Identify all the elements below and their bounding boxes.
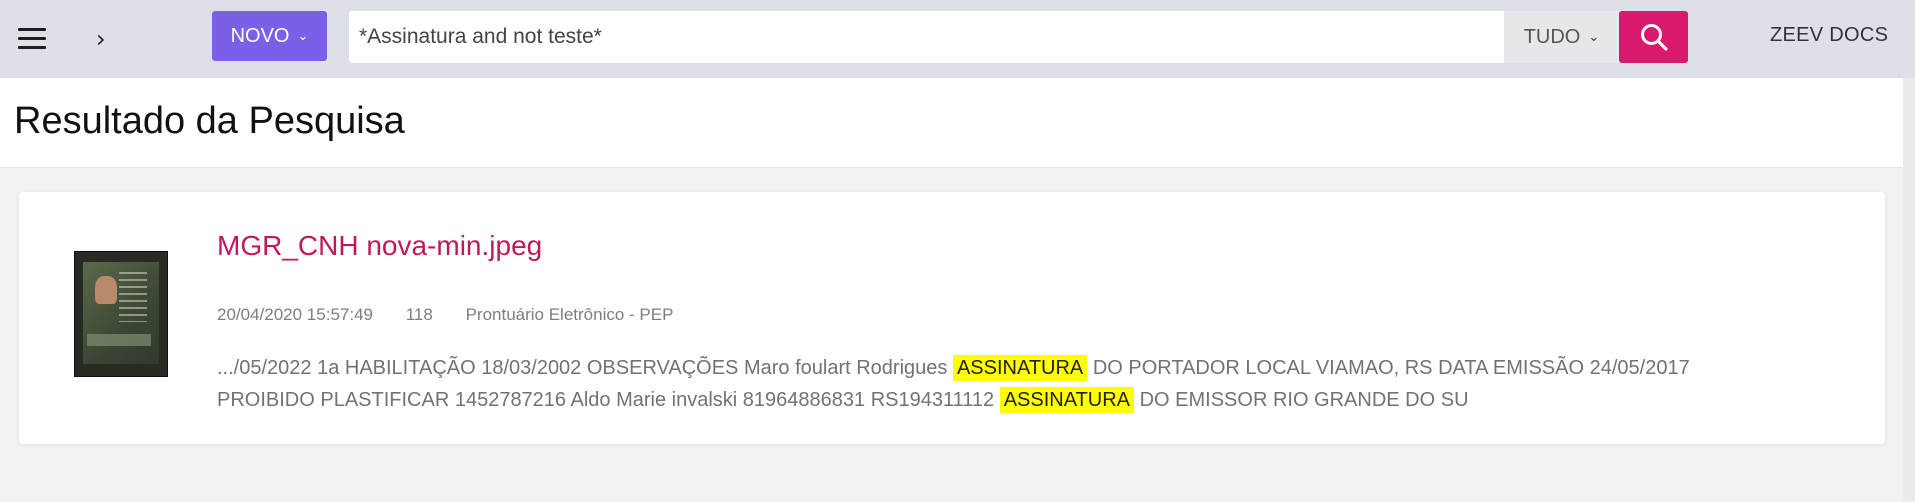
snippet-highlight: ASSINATURA xyxy=(952,355,1088,381)
search-input[interactable] xyxy=(349,11,1504,63)
result-meta: 20/04/2020 15:57:49 118 Prontuário Eletr… xyxy=(217,305,701,325)
snippet-text: .../05/2022 1a HABILITAÇÃO 18/03/2002 OB… xyxy=(217,357,953,379)
snippet-text: DO EMISSOR RIO GRANDE DO SU xyxy=(1134,389,1469,411)
novo-button-label: NOVO xyxy=(230,24,290,47)
search-button[interactable] xyxy=(1619,11,1688,63)
scrollbar[interactable] xyxy=(1903,78,1915,502)
result-category: Prontuário Eletrônico - PEP xyxy=(465,305,674,324)
result-title-link[interactable]: MGR_CNH nova-min.jpeg xyxy=(217,230,542,262)
result-snippet: .../05/2022 1a HABILITAÇÃO 18/03/2002 OB… xyxy=(217,352,1777,416)
brand-link[interactable]: ZEEV DOCS xyxy=(1770,24,1888,47)
scope-select-label: TUDO xyxy=(1523,25,1581,48)
scope-select[interactable]: TUDO ⌄ xyxy=(1504,11,1619,63)
result-card: MGR_CNH nova-min.jpeg 20/04/2020 15:57:4… xyxy=(19,192,1885,444)
result-number: 118 xyxy=(405,305,433,324)
chevron-right-icon[interactable]: › xyxy=(96,27,106,51)
search-icon xyxy=(1640,24,1668,51)
snippet-highlight: ASSINATURA xyxy=(999,387,1135,413)
hamburger-icon[interactable] xyxy=(18,28,46,50)
chevron-down-icon: ⌄ xyxy=(1588,29,1600,45)
document-thumbnail[interactable] xyxy=(74,251,168,377)
page-header: Resultado da Pesquisa xyxy=(0,78,1915,168)
result-date: 20/04/2020 15:57:49 xyxy=(217,305,373,324)
novo-button[interactable]: NOVO ⌄ xyxy=(212,11,327,61)
top-bar: › NOVO ⌄ TUDO ⌄ ZEEV DOCS xyxy=(0,0,1915,78)
page-title: Resultado da Pesquisa xyxy=(14,100,405,142)
chevron-down-icon: ⌄ xyxy=(297,28,309,44)
